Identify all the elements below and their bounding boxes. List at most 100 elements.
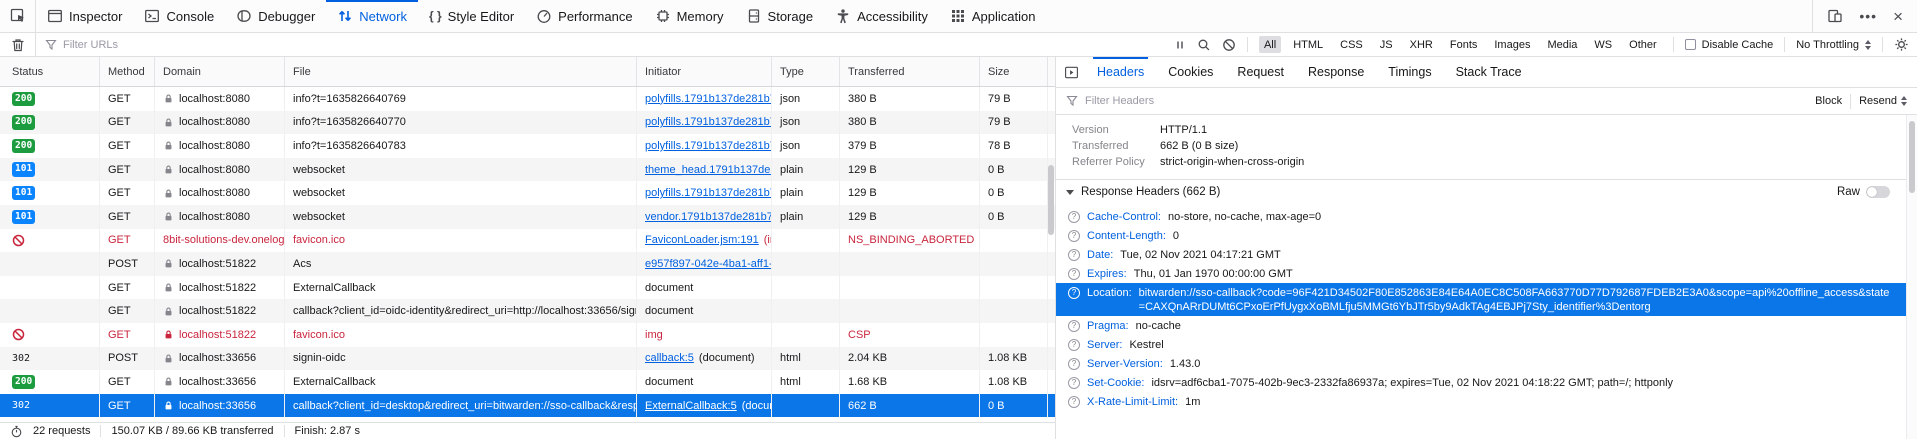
expand-panel-icon[interactable] (1064, 65, 1079, 80)
filter-pill-js[interactable]: JS (1375, 36, 1398, 53)
initiator-text[interactable]: theme_head.1791b137de281... (645, 164, 772, 176)
filter-pill-all[interactable]: All (1259, 36, 1281, 53)
filter-pill-ws[interactable]: WS (1589, 36, 1617, 53)
initiator-text[interactable]: callback:5 (645, 352, 694, 364)
responsive-design-mode-icon[interactable] (1827, 8, 1843, 24)
raw-toggle[interactable] (1866, 186, 1890, 198)
meatball-menu-icon[interactable]: ••• (1859, 8, 1877, 24)
header-row[interactable]: ?Server-Version:1.43.0 (1056, 354, 1906, 373)
response-headers-section-header[interactable]: Response Headers (662 B) Raw (1056, 179, 1906, 204)
request-row[interactable]: GETlocalhost:51822ExternalCallbackdocume… (0, 276, 1055, 300)
request-row[interactable]: 200GETlocalhost:33656ExternalCallbackdoc… (0, 370, 1055, 394)
help-icon[interactable]: ? (1068, 377, 1080, 389)
header-row[interactable]: ?Pragma:no-cache (1056, 316, 1906, 335)
request-row[interactable]: 101GETlocalhost:8080websocketpolyfills.1… (0, 181, 1055, 205)
search-icon[interactable] (1197, 38, 1211, 52)
tab-performance[interactable]: Performance (525, 0, 643, 32)
help-icon[interactable]: ? (1068, 211, 1080, 223)
filter-headers-input[interactable] (1085, 95, 1808, 107)
disable-cache-checkbox[interactable] (1685, 39, 1696, 50)
column-header-type[interactable]: Type (772, 57, 840, 86)
initiator-text[interactable]: e957f897-042e-4ba1-aff1-... (645, 258, 772, 270)
filter-pill-css[interactable]: CSS (1335, 36, 1368, 53)
detail-tab-headers[interactable]: Headers (1085, 57, 1156, 87)
request-row[interactable]: GETlocalhost:51822callback?client_id=oid… (0, 299, 1055, 323)
column-header-method[interactable]: Method (100, 57, 155, 86)
tab-network[interactable]: Network (326, 0, 418, 32)
filter-pill-xhr[interactable]: XHR (1405, 36, 1438, 53)
filter-pill-images[interactable]: Images (1489, 36, 1535, 53)
column-header-initiator[interactable]: Initiator (637, 57, 772, 86)
details-scrollbar-thumb[interactable] (1909, 121, 1915, 193)
column-header-file[interactable]: File (285, 57, 637, 86)
tab-style-editor[interactable]: { }Style Editor (418, 0, 525, 32)
request-row[interactable]: 101GETlocalhost:8080websocketvendor.1791… (0, 205, 1055, 229)
detail-tab-cookies[interactable]: Cookies (1156, 57, 1225, 87)
header-row[interactable]: ?Content-Length:0 (1056, 226, 1906, 245)
initiator-text[interactable]: polyfills.1791b137de281b787... (645, 93, 772, 105)
filter-pill-other[interactable]: Other (1624, 36, 1662, 53)
request-row[interactable]: GETlocalhost:51822favicon.icoimgCSP (0, 323, 1055, 347)
tab-accessibility[interactable]: Accessibility (824, 0, 939, 32)
disable-cache-control[interactable]: Disable Cache (1685, 39, 1774, 51)
header-row[interactable]: ?Location:bitwarden://sso-callback?code=… (1056, 283, 1906, 316)
column-header-size[interactable]: Size (980, 57, 1048, 86)
tab-application[interactable]: Application (939, 0, 1047, 32)
help-icon[interactable]: ? (1068, 358, 1080, 370)
block-icon[interactable] (1222, 38, 1236, 52)
request-row[interactable]: GET8bit-solutions-dev.onelogin....favico… (0, 229, 1055, 253)
detail-tab-stack-trace[interactable]: Stack Trace (1444, 57, 1534, 87)
close-icon[interactable]: × (1893, 8, 1903, 25)
help-icon[interactable]: ? (1068, 268, 1080, 280)
tab-memory[interactable]: Memory (644, 0, 735, 32)
header-row[interactable]: ?X-Rate-Limit-Limit:1m (1056, 392, 1906, 411)
column-header-transferred[interactable]: Transferred (840, 57, 980, 86)
header-row[interactable]: ?Cache-Control:no-store, no-cache, max-a… (1056, 207, 1906, 226)
details-scrollbar[interactable] (1906, 115, 1917, 439)
initiator-text[interactable]: polyfills.1791b137de281b787... (645, 140, 772, 152)
request-row[interactable]: 200GETlocalhost:8080info?t=1635826640783… (0, 134, 1055, 158)
column-header-status[interactable]: Status (0, 57, 100, 86)
header-row[interactable]: ?Server:Kestrel (1056, 335, 1906, 354)
block-button[interactable]: Block (1815, 95, 1842, 107)
initiator-text[interactable]: polyfills.1791b137de281b787... (645, 116, 772, 128)
tab-debugger[interactable]: Debugger (225, 0, 326, 32)
pause-icon[interactable] (1174, 39, 1186, 51)
tab-inspector[interactable]: Inspector (36, 0, 133, 32)
help-icon[interactable]: ? (1068, 287, 1080, 299)
help-icon[interactable]: ? (1068, 320, 1080, 332)
tab-storage[interactable]: Storage (735, 0, 825, 32)
filter-pill-media[interactable]: Media (1542, 36, 1582, 53)
request-row[interactable]: 200GETlocalhost:8080info?t=1635826640769… (0, 87, 1055, 111)
request-row[interactable]: 200GETlocalhost:8080info?t=1635826640770… (0, 111, 1055, 135)
resend-button[interactable]: Resend (1859, 95, 1907, 107)
help-icon[interactable]: ? (1068, 230, 1080, 242)
detail-tab-request[interactable]: Request (1225, 57, 1296, 87)
filter-urls-input[interactable] (63, 39, 1165, 51)
element-picker-button[interactable] (0, 0, 36, 32)
initiator-text[interactable]: FaviconLoader.jsm:191 (645, 234, 759, 246)
filter-pill-html[interactable]: HTML (1288, 36, 1328, 53)
table-scrollbar-thumb[interactable] (1048, 165, 1054, 235)
header-row[interactable]: ?Expires:Thu, 01 Jan 1970 00:00:00 GMT (1056, 264, 1906, 283)
request-row[interactable]: 101GETlocalhost:8080websockettheme_head.… (0, 158, 1055, 182)
initiator-text[interactable]: vendor.1791b137de281b787... (645, 211, 772, 223)
initiator-text[interactable]: ExternalCallback:5 (645, 400, 737, 412)
detail-tab-response[interactable]: Response (1296, 57, 1376, 87)
help-icon[interactable]: ? (1068, 396, 1080, 408)
column-header-domain[interactable]: Domain (155, 57, 285, 86)
detail-tab-timings[interactable]: Timings (1376, 57, 1443, 87)
help-icon[interactable]: ? (1068, 339, 1080, 351)
tab-console[interactable]: Console (133, 0, 225, 32)
clear-requests-button[interactable] (0, 33, 36, 56)
help-icon[interactable]: ? (1068, 249, 1080, 261)
gear-icon[interactable] (1894, 37, 1909, 52)
header-row[interactable]: ?Set-Cookie:idsrv=adf6cba1-7075-402b-9ec… (1056, 373, 1906, 392)
header-row[interactable]: ?Date:Tue, 02 Nov 2021 04:17:21 GMT (1056, 245, 1906, 264)
initiator-text[interactable]: polyfills.1791b137de281b787... (645, 187, 772, 199)
request-row[interactable]: 302POSTlocalhost:33656signin-oidccallbac… (0, 347, 1055, 371)
filter-pill-fonts[interactable]: Fonts (1445, 36, 1483, 53)
request-row[interactable]: 302GETlocalhost:33656callback?client_id=… (0, 394, 1055, 418)
request-row[interactable]: POSTlocalhost:51822Acse957f897-042e-4ba1… (0, 252, 1055, 276)
throttling-dropdown[interactable]: No Throttling (1796, 39, 1871, 51)
